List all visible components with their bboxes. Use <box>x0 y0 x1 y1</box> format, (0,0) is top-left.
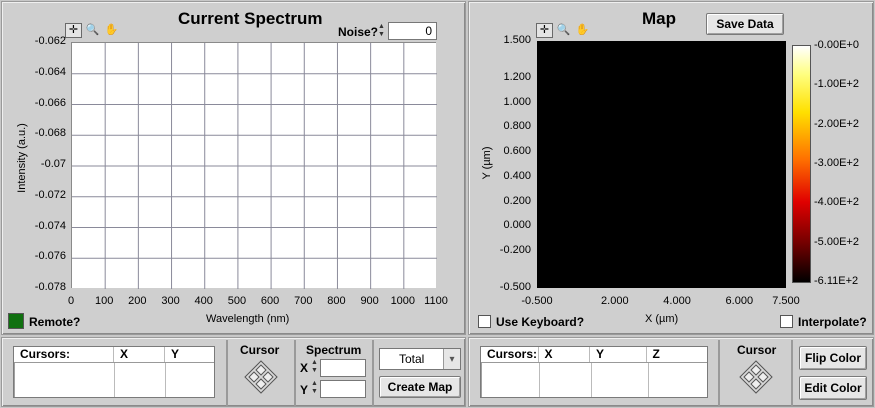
spectrum-panel: Current Spectrum ✛ 🔍 ✋ Noise? ▲ ▼ 0 -0.06… <box>1 1 466 335</box>
noise-label: Noise? <box>338 25 379 39</box>
colorbar-tick-label: -3.00E+2 <box>814 157 859 169</box>
map-y-axis-label: Y (µm) <box>481 146 493 180</box>
spectrum-y-tick-label: -0.074 <box>34 219 66 232</box>
spectrum-y-tick-label: -0.066 <box>34 96 66 109</box>
y-column-header: Y <box>590 347 647 362</box>
spectrum-section-label: Spectrum <box>306 343 362 357</box>
spectrum-y-tick-label: -0.064 <box>34 65 66 78</box>
spectrum-x-tick-label: 1100 <box>424 295 448 307</box>
colorbar-tick-label: -0.00E+0 <box>814 39 859 51</box>
spectrum-x-axis-label: Wavelength (nm) <box>206 313 290 325</box>
spectrum-x-label: X <box>300 361 309 375</box>
remote-indicator[interactable] <box>8 313 24 329</box>
spectrum-graph-palette: ✛ 🔍 ✋ <box>65 23 120 38</box>
spectrum-y-tick-label: -0.076 <box>34 250 66 263</box>
map-x-tick-label: 7.500 <box>772 295 800 307</box>
edit-color-button[interactable]: Edit Color <box>799 376 867 400</box>
cursor-move-icon[interactable] <box>244 360 278 394</box>
colorbar-tick-label: -4.00E+2 <box>814 196 859 209</box>
crosshair-icon[interactable]: ✛ <box>536 23 553 38</box>
map-graph-palette: ✛ 🔍 ✋ <box>536 23 591 38</box>
map-x-tick-label: 6.000 <box>725 295 754 307</box>
spectrum-plot-area[interactable] <box>71 42 437 289</box>
spectrum-y-tick-label: -0.072 <box>34 188 66 201</box>
bottom-right-panel: Cursors: X Y Z Cursor Flip Color Edit Co… <box>468 337 874 407</box>
map-x-tick-label: -0.500 <box>521 295 553 307</box>
chevron-down-icon[interactable]: ▾ <box>443 349 460 369</box>
z-column-header: Z <box>652 347 660 361</box>
zoom-icon[interactable]: 🔍 <box>84 23 101 38</box>
spectrum-y-tick-label: -0.07 <box>40 158 66 170</box>
map-image[interactable] <box>537 41 786 288</box>
map-x-tick-label: 2.000 <box>601 295 629 307</box>
y-column-header: Y <box>171 347 180 361</box>
map-x-tick-label: 4.000 <box>663 295 691 307</box>
map-y-tick-label: 1.000 <box>503 95 531 108</box>
map-mode-select[interactable]: Total ▾ <box>379 348 461 370</box>
spectrum-cursor-table[interactable]: Cursors: X Y <box>13 346 215 398</box>
cursor-table-header: Cursors: X Y Z <box>481 347 707 363</box>
spectrum-title: Current Spectrum <box>178 9 323 28</box>
cursor-label: Cursor <box>240 343 280 357</box>
map-y-tick-label: -0.500 <box>499 281 531 293</box>
spectrum-x-spinner[interactable]: ▲ ▼ <box>311 359 319 375</box>
spectrum-y-label: Y <box>300 383 309 397</box>
cursor-table-header: Cursors: X Y <box>14 347 214 363</box>
map-y-tick-label: 0.000 <box>503 219 531 232</box>
map-y-tick-label: 0.800 <box>503 120 531 133</box>
cursors-column-header: Cursors: <box>481 347 539 362</box>
cursor-label: Cursor <box>737 343 777 357</box>
spectrum-y-tick-label: -0.062 <box>34 35 66 47</box>
create-map-button[interactable]: Create Map <box>379 376 461 398</box>
map-y-tick-label: 0.400 <box>503 169 531 182</box>
map-y-tick-label: 1.500 <box>503 34 531 46</box>
x-column-header: X <box>539 347 591 362</box>
spectrum-grid <box>72 43 437 289</box>
map-y-tick-label: -0.200 <box>499 243 531 256</box>
map-mode-value: Total <box>399 352 425 366</box>
spectrum-x-input[interactable] <box>320 359 366 377</box>
pan-hand-icon[interactable]: ✋ <box>103 23 120 38</box>
interpolate-label: Interpolate? <box>798 315 867 329</box>
cursor-move-icon[interactable] <box>739 360 773 394</box>
colorbar-tick-label: -2.00E+2 <box>814 117 859 130</box>
remote-label: Remote? <box>29 315 81 329</box>
noise-input[interactable]: 0 <box>388 22 437 40</box>
spectrum-y-axis-label: Intensity (a.u.) <box>16 123 28 193</box>
map-y-tick-label: 1.200 <box>503 71 531 84</box>
noise-spinner[interactable]: ▲ ▼ <box>378 23 386 39</box>
spectrum-y-input[interactable] <box>320 380 366 398</box>
bottom-left-panel: Cursors: X Y Cursor Spectrum X ▲ ▼ Y ▲ ▼ T… <box>1 337 466 407</box>
spectrum-y-spinner[interactable]: ▲ ▼ <box>311 380 319 396</box>
map-title: Map <box>642 9 676 28</box>
flip-color-button[interactable]: Flip Color <box>799 346 867 370</box>
use-keyboard-checkbox[interactable] <box>478 315 491 328</box>
map-y-tick-label: 0.600 <box>503 145 531 158</box>
use-keyboard-label: Use Keyboard? <box>496 315 585 329</box>
spectrum-y-tick-label: -0.078 <box>34 281 66 293</box>
x-column-header: X <box>114 347 165 362</box>
colorbar-tick-label: -1.00E+2 <box>814 78 859 91</box>
zoom-icon[interactable]: 🔍 <box>555 23 572 38</box>
interpolate-checkbox[interactable] <box>780 315 793 328</box>
colorbar-tick-label: -5.00E+2 <box>814 235 859 248</box>
map-x-axis-label: X (µm) <box>645 313 679 325</box>
colorbar-tick-label: -6.11E+2 <box>814 275 859 287</box>
map-y-tick-label: 0.200 <box>503 194 531 207</box>
map-panel: Map Save Data ✛ 🔍 ✋ 1.500 1.200 1.000 0.800… <box>468 1 874 335</box>
crosshair-icon[interactable]: ✛ <box>65 23 82 38</box>
pan-hand-icon[interactable]: ✋ <box>574 23 591 38</box>
save-data-button[interactable]: Save Data <box>706 13 784 35</box>
spectrum-y-tick-label: -0.068 <box>34 127 66 140</box>
colorbar <box>792 45 811 283</box>
cursors-column-header: Cursors: <box>14 347 114 362</box>
map-cursor-table[interactable]: Cursors: X Y Z <box>480 346 708 398</box>
